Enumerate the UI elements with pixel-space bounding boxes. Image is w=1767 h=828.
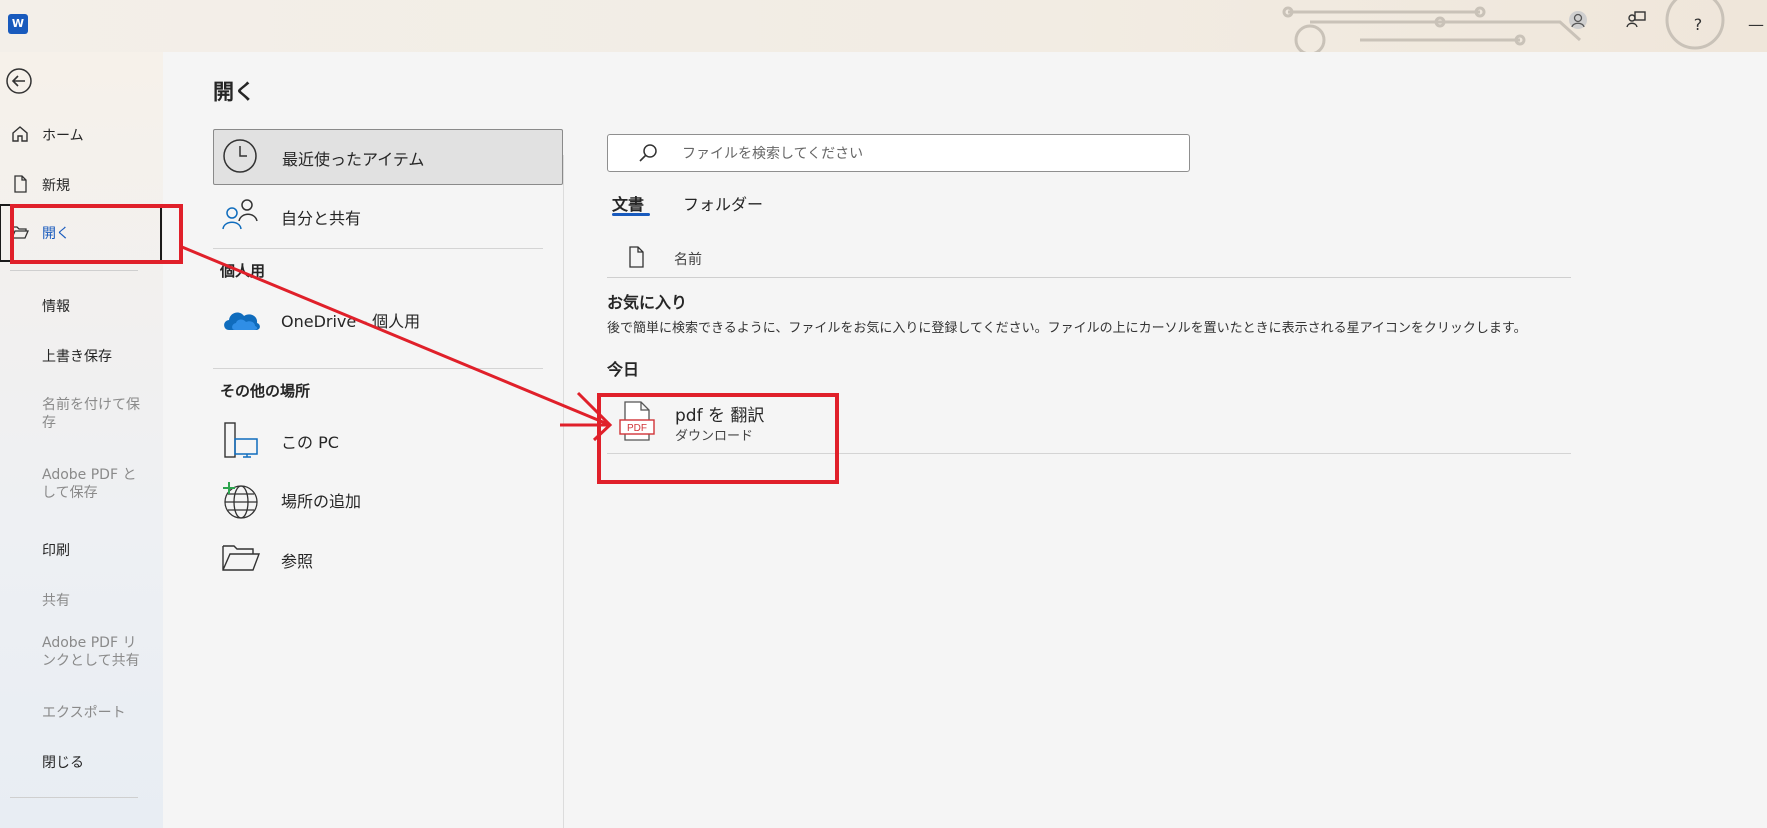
title-bar: W ? —: [0, 0, 1767, 52]
nav-export-label: エクスポート: [42, 705, 126, 721]
nav-divider-bottom: [10, 797, 138, 798]
file-row[interactable]: PDF pdf を 翻訳 ダウンロード: [607, 395, 1571, 454]
name-column-header[interactable]: 名前: [674, 249, 702, 269]
help-button[interactable]: ?: [1682, 10, 1714, 40]
nav-open-label: 開く: [42, 226, 70, 242]
location-shared-label: 自分と共有: [281, 209, 362, 228]
location-add-place-label: 場所の追加: [281, 492, 362, 511]
file-search-box[interactable]: [607, 134, 1190, 172]
location-browse-label: 参照: [281, 552, 314, 571]
shared-people-icon: [221, 197, 259, 239]
tab-active-indicator: [612, 213, 650, 216]
nav-save[interactable]: 上書き保存: [0, 346, 163, 370]
nav-divider: [10, 270, 138, 271]
tab-folders[interactable]: フォルダー: [683, 191, 763, 215]
computer-icon: [221, 421, 261, 465]
nav-print[interactable]: 印刷: [0, 540, 163, 564]
back-button[interactable]: [6, 68, 32, 94]
page-title: 開く: [213, 80, 255, 104]
backstage-nav: ホーム 新規 開く 情報 上書き保存 名前を付けて保存 Adobe PDF とし…: [0, 52, 163, 828]
nav-save-as-adobe-pdf-label: Adobe PDF として保存: [42, 467, 137, 501]
location-onedrive[interactable]: OneDrive - 個人用: [213, 292, 561, 346]
search-input[interactable]: [680, 142, 1164, 166]
file-list-header: 名前: [607, 241, 1571, 278]
onedrive-cloud-icon: [221, 300, 261, 340]
nav-open[interactable]: 開く: [0, 223, 163, 247]
search-icon: [638, 143, 658, 167]
today-header: 今日: [607, 360, 640, 379]
nav-share-adobe-pdf-link[interactable]: Adobe PDF リンクとして共有: [0, 634, 163, 676]
account-button[interactable]: [1562, 10, 1594, 40]
location-this-pc[interactable]: この PC: [213, 413, 561, 467]
location-shared[interactable]: 自分と共有: [213, 189, 561, 243]
tab-documents[interactable]: 文書: [612, 191, 644, 215]
nav-print-label: 印刷: [42, 543, 70, 559]
new-document-icon: [10, 174, 30, 198]
personal-section-header: 個人用: [220, 262, 266, 280]
nav-share-label: 共有: [42, 593, 70, 609]
location-recent[interactable]: 最近使ったアイテム: [213, 129, 563, 185]
nav-home[interactable]: ホーム: [0, 125, 163, 149]
nav-save-label: 上書き保存: [42, 349, 112, 365]
nav-save-as[interactable]: 名前を付けて保存: [0, 396, 163, 438]
nav-close-label: 閉じる: [42, 755, 84, 771]
location-add-place[interactable]: 場所の追加: [213, 472, 561, 526]
location-this-pc-label: この PC: [281, 433, 339, 452]
nav-save-as-label: 名前を付けて保存: [42, 397, 140, 431]
location-recent-label: 最近使ったアイテム: [282, 150, 425, 169]
favorites-description: 後で簡単に検索できるように、ファイルをお気に入りに登録してください。ファイルの上…: [607, 321, 1527, 336]
nav-info[interactable]: 情報: [0, 296, 163, 320]
feedback-button[interactable]: [1620, 10, 1652, 40]
file-type-icon: [627, 245, 647, 273]
nav-new[interactable]: 新規: [0, 175, 163, 199]
nav-home-label: ホーム: [42, 128, 84, 144]
nav-info-label: 情報: [42, 299, 70, 315]
home-icon: [10, 124, 30, 148]
favorites-header: お気に入り: [607, 293, 688, 312]
back-arrow-icon: [6, 68, 32, 94]
minimize-button[interactable]: —: [1740, 10, 1767, 40]
nav-export[interactable]: エクスポート: [0, 702, 163, 726]
file-name: pdf を 翻訳: [675, 406, 765, 426]
nav-close[interactable]: 閉じる: [0, 752, 163, 776]
nav-save-as-adobe-pdf[interactable]: Adobe PDF として保存: [0, 466, 163, 508]
pdf-file-icon: PDF: [619, 400, 657, 448]
location-browse[interactable]: 参照: [213, 532, 561, 586]
feedback-icon: [1626, 11, 1646, 28]
account-icon: [1569, 11, 1587, 29]
globe-add-icon: [221, 480, 261, 524]
column-divider: [563, 155, 564, 828]
open-folder-icon: [10, 222, 30, 246]
nav-share-adobe-pdf-link-label: Adobe PDF リンクとして共有: [42, 635, 140, 669]
word-app-icon: W: [8, 14, 28, 34]
clock-icon: [222, 138, 258, 178]
location-divider: [213, 368, 543, 369]
nav-share[interactable]: 共有: [0, 590, 163, 614]
folder-icon: [221, 540, 261, 580]
other-section-header: その他の場所: [220, 382, 311, 400]
location-onedrive-label: OneDrive - 個人用: [281, 312, 421, 331]
pdf-badge-text: PDF: [627, 423, 647, 434]
file-location: ダウンロード: [675, 429, 754, 444]
location-divider: [213, 248, 543, 249]
nav-new-label: 新規: [42, 178, 70, 194]
